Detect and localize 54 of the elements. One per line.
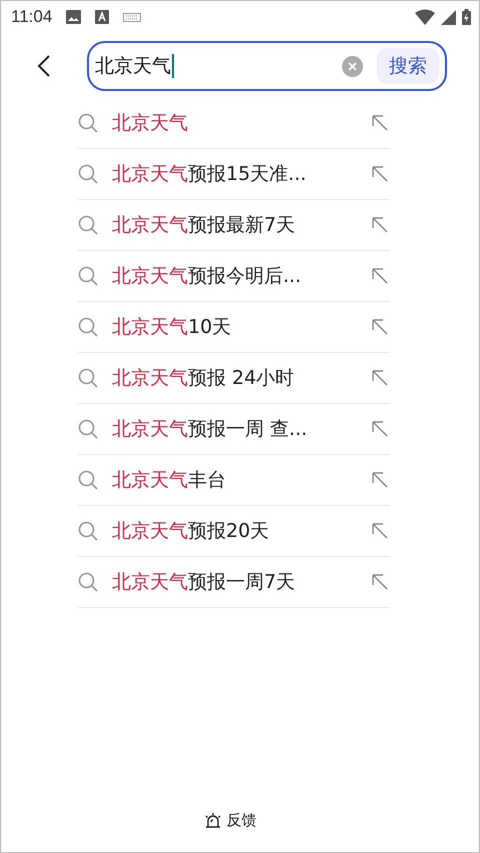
fill-in-arrow-icon[interactable] bbox=[372, 421, 388, 437]
search-icon bbox=[78, 419, 98, 439]
suggestion-item[interactable]: 北京天气 bbox=[78, 98, 390, 149]
search-icon bbox=[78, 215, 98, 235]
search-icon bbox=[78, 113, 98, 133]
keyboard-letter-icon bbox=[95, 10, 110, 24]
keyboard-icon bbox=[123, 12, 142, 22]
suggestion-item[interactable]: 北京天气预报最新7天 bbox=[78, 200, 390, 251]
suggestion-item[interactable]: 北京天气预报 24小时 bbox=[78, 353, 390, 404]
fill-in-arrow-icon[interactable] bbox=[372, 115, 388, 131]
suggestion-item[interactable]: 北京天气预报20天 bbox=[78, 506, 390, 557]
search-button[interactable]: 搜索 bbox=[377, 48, 439, 84]
battery-icon bbox=[462, 9, 471, 25]
suggestion-text: 北京天气 bbox=[112, 111, 189, 136]
fill-in-arrow-icon[interactable] bbox=[372, 166, 388, 182]
signal-icon bbox=[441, 10, 456, 24]
clear-button[interactable] bbox=[342, 56, 363, 76]
fill-in-arrow-icon[interactable] bbox=[372, 217, 388, 233]
alarm-light-icon bbox=[204, 812, 222, 829]
status-time: 11:04 bbox=[11, 7, 52, 27]
suggestion-text: 北京天气预报最新7天 bbox=[112, 213, 296, 238]
suggestion-text: 北京天气预报 24小时 bbox=[112, 366, 296, 391]
search-icon bbox=[78, 521, 98, 541]
search-icon bbox=[78, 164, 98, 184]
fill-in-arrow-icon[interactable] bbox=[372, 370, 388, 386]
suggestion-text: 北京天气预报15天准... bbox=[112, 162, 308, 187]
search-icon bbox=[78, 317, 98, 337]
fill-in-arrow-icon[interactable] bbox=[372, 523, 388, 539]
search-icon bbox=[78, 572, 98, 592]
suggestion-text: 北京天气预报一周 查... bbox=[112, 417, 308, 442]
search-field[interactable]: 北京天气 搜索 bbox=[87, 41, 447, 91]
suggestion-item[interactable]: 北京天气预报今明后... bbox=[78, 251, 390, 302]
feedback-button[interactable]: 反馈 bbox=[204, 811, 256, 830]
suggestion-item[interactable]: 北京天气10天 bbox=[78, 302, 390, 353]
suggestion-text: 北京天气预报20天 bbox=[112, 519, 270, 544]
image-icon bbox=[66, 10, 82, 24]
search-icon bbox=[78, 266, 98, 286]
back-icon bbox=[37, 54, 51, 78]
close-icon bbox=[348, 62, 357, 70]
suggestion-item[interactable]: 北京天气预报15天准... bbox=[78, 149, 390, 200]
suggestion-item[interactable]: 北京天气预报一周7天 bbox=[78, 557, 390, 608]
fill-in-arrow-icon[interactable] bbox=[372, 319, 388, 335]
search-icon bbox=[78, 368, 98, 388]
fill-in-arrow-icon[interactable] bbox=[372, 574, 388, 590]
search-icon bbox=[78, 470, 98, 490]
wifi-icon bbox=[415, 9, 435, 25]
suggestion-text: 北京天气预报一周7天 bbox=[112, 570, 296, 595]
fill-in-arrow-icon[interactable] bbox=[372, 268, 388, 284]
suggestion-item[interactable]: 北京天气丰台 bbox=[78, 455, 390, 506]
suggestion-item[interactable]: 北京天气预报一周 查... bbox=[78, 404, 390, 455]
suggestion-text: 北京天气10天 bbox=[112, 315, 232, 340]
fill-in-arrow-icon[interactable] bbox=[372, 472, 388, 488]
suggestion-text: 北京天气丰台 bbox=[112, 468, 227, 493]
suggestion-text: 北京天气预报今明后... bbox=[112, 264, 302, 289]
